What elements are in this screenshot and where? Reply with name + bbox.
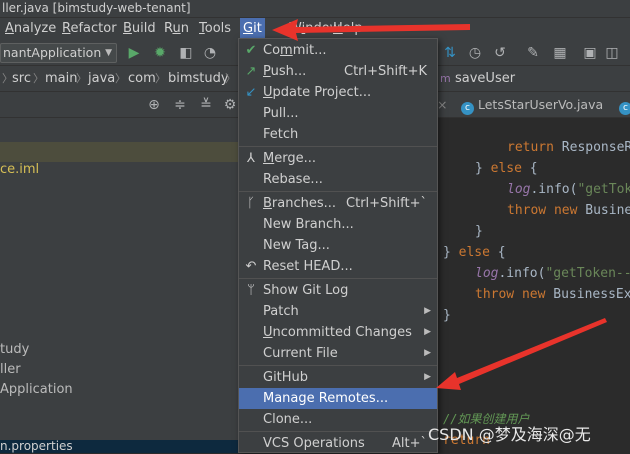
watermark: CSDN @梦及海深@无 [428, 425, 591, 444]
arrow-to-git-menu [272, 19, 470, 41]
annotation-arrows [272, 19, 607, 390]
arrow-to-manage-remotes [436, 318, 607, 390]
